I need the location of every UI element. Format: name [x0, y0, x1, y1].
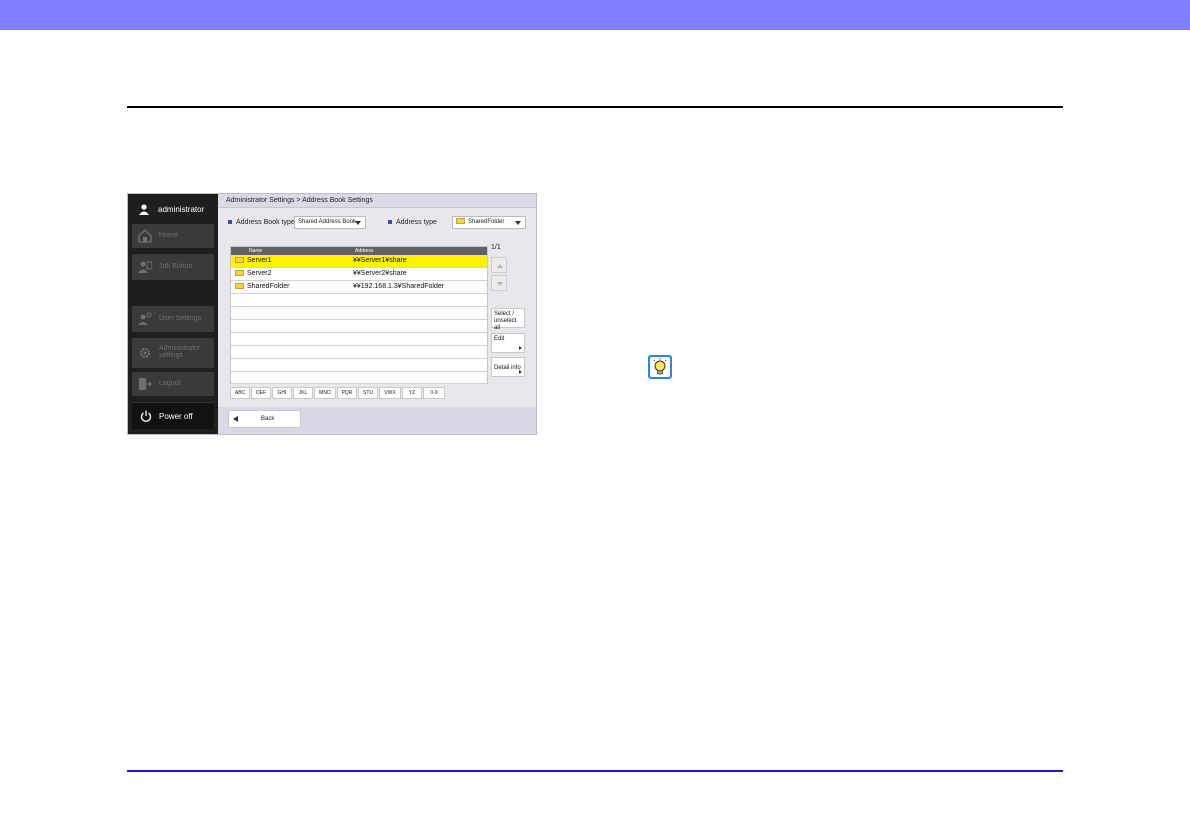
arrow-down-icon [497, 282, 503, 286]
bottom-bar: Back [218, 407, 536, 434]
row-name-text: Server2 [247, 270, 272, 277]
sidebar-item-logout[interactable]: Logout [132, 372, 214, 396]
sidebar-item-home[interactable]: Home [132, 224, 214, 248]
gear-icon [139, 347, 151, 359]
detail-info-button[interactable]: Detail info [491, 357, 525, 377]
user-name: administrator [158, 205, 205, 214]
job-button-icon [138, 261, 152, 273]
bullet-icon [388, 220, 392, 225]
arrow-up-icon [497, 264, 503, 268]
row-address: ¥¥Server1¥share [353, 257, 407, 264]
folder-icon [235, 270, 244, 277]
address-type-text: Address type [396, 219, 437, 226]
select-all-button[interactable]: Select / unselect all [491, 308, 525, 331]
back-button[interactable]: Back [228, 410, 301, 428]
chevron-down-icon [355, 221, 361, 225]
empty-row [231, 320, 487, 333]
folder-icon [456, 218, 465, 225]
caret-right-icon [519, 346, 522, 350]
sidebar-item-label: Logout [159, 380, 181, 387]
chevron-down-icon [515, 221, 521, 225]
address-type-label: Address type [388, 219, 437, 226]
index-key-vwx[interactable]: VWX [379, 387, 401, 399]
index-key-pqr[interactable]: PQR [337, 387, 357, 399]
index-key-def[interactable]: DEF [251, 387, 271, 399]
address-table: Name Address Server1 ¥¥Server1¥share Ser… [230, 246, 488, 384]
scroll-down-button[interactable] [491, 275, 507, 291]
home-icon [138, 229, 152, 243]
sidebar-item-label: Home [159, 232, 178, 239]
column-header-address: Address [355, 248, 374, 254]
sidebar-item-label: User Settings [159, 315, 202, 322]
row-address: ¥¥Server2¥share [353, 270, 407, 277]
address-type-value: SharedFolder [468, 219, 505, 225]
main-panel: Administrator Settings > Address Book Se… [218, 194, 536, 434]
edit-label: Edit [494, 336, 505, 342]
address-book-type-label: Address Book type [228, 219, 295, 226]
folder-icon [235, 257, 244, 264]
address-type-select[interactable]: SharedFolder [452, 216, 526, 229]
index-key-jkl[interactable]: JKL [293, 387, 313, 399]
index-key-ghi[interactable]: GHI [272, 387, 292, 399]
address-book-screenshot: administrator Home Job Button User Setti… [127, 193, 537, 435]
empty-row [231, 372, 487, 384]
edit-button[interactable]: Edit [491, 333, 525, 353]
sidebar-item-job-button[interactable]: Job Button [132, 254, 214, 280]
row-name: SharedFolder [235, 283, 289, 290]
empty-row [231, 359, 487, 372]
sidebar-item-user-settings[interactable]: User Settings [132, 306, 214, 332]
table-row[interactable]: Server2 ¥¥Server2¥share [231, 268, 487, 281]
row-name: Server1 [235, 257, 272, 264]
address-book-type-value: Shared Address Book [298, 219, 357, 225]
user-settings-icon [138, 312, 152, 325]
footer-rule [127, 770, 1063, 772]
row-address: ¥¥192.168.1.3¥SharedFolder [353, 283, 445, 290]
index-key-mno[interactable]: MNO [314, 387, 336, 399]
column-header-name: Name [249, 248, 263, 254]
folder-icon [235, 283, 244, 290]
row-name-text: SharedFolder [247, 283, 290, 290]
sidebar-item-label: Job Button [159, 263, 193, 270]
empty-row [231, 307, 487, 320]
empty-row [231, 333, 487, 346]
power-off-label: Power off [159, 412, 193, 421]
power-icon [140, 410, 152, 422]
index-key-digits[interactable]: 0-9 [423, 387, 445, 399]
index-key-yz[interactable]: YZ [402, 387, 422, 399]
empty-row [231, 346, 487, 359]
logout-icon [139, 378, 152, 390]
scroll-up-button[interactable] [491, 257, 507, 273]
back-label: Back [261, 416, 275, 422]
lightbulb-icon [648, 355, 672, 379]
empty-row [231, 294, 487, 307]
breadcrumb: Administrator Settings > Address Book Se… [218, 194, 536, 208]
user-indicator: administrator [128, 198, 218, 220]
row-name-text: Server1 [247, 257, 272, 264]
index-key-abc[interactable]: ABC [230, 387, 250, 399]
lightbulb-glyph [650, 357, 670, 377]
sidebar-item-label: Administrator settings [159, 345, 201, 359]
title-rule [127, 106, 1063, 108]
row-name: Server2 [235, 270, 272, 277]
sidebar: administrator Home Job Button User Setti… [128, 194, 218, 434]
detail-info-label: Detail info [494, 365, 521, 371]
power-off-button[interactable]: Power off [132, 402, 214, 429]
index-key-stu[interactable]: STU [358, 387, 378, 399]
back-arrow-icon [233, 416, 238, 422]
address-book-type-select[interactable]: Shared Address Book [294, 216, 366, 229]
address-book-type-text: Address Book type [236, 219, 295, 226]
user-icon [139, 204, 149, 215]
caret-right-icon [519, 370, 522, 374]
table-row[interactable]: SharedFolder ¥¥192.168.1.3¥SharedFolder [231, 281, 487, 294]
page-indicator: 1/1 [491, 244, 501, 251]
bullet-icon [228, 220, 232, 225]
table-header: Name Address [231, 247, 487, 255]
header-band [0, 0, 1190, 30]
sidebar-item-administrator-settings[interactable]: Administrator settings [132, 338, 214, 368]
table-row[interactable]: Server1 ¥¥Server1¥share [231, 255, 487, 268]
